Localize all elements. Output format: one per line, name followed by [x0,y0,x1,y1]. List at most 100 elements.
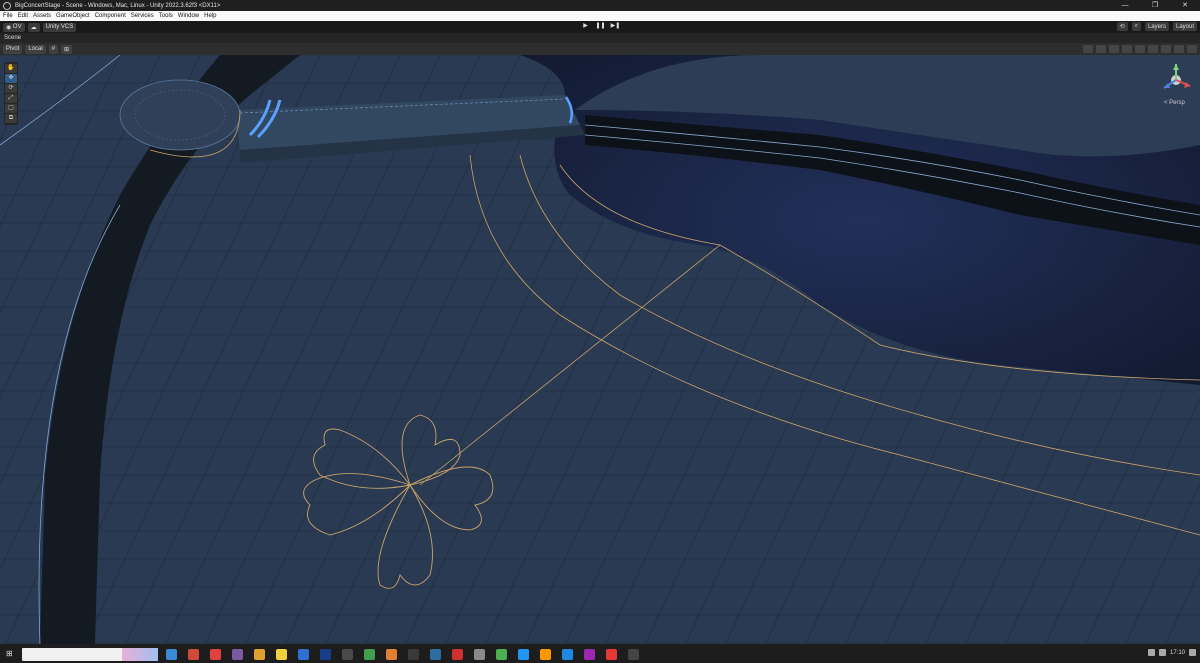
search-highlight-image [122,648,158,661]
tab-bar: Scene [0,33,1200,43]
account-label: OV [12,24,22,30]
maximize-button[interactable]: ❐ [1140,0,1170,11]
history-icon: ⟲ [1119,24,1125,30]
menu-component[interactable]: Component [95,13,126,19]
gizmos-dropdown[interactable] [1174,45,1184,53]
taskbar-app-icon[interactable] [386,649,397,660]
increment-snap-button[interactable]: ⊞ [61,44,73,54]
settings-icon[interactable] [1187,45,1197,53]
taskbar-app-icon[interactable] [232,649,243,660]
unity-logo-icon [3,1,11,10]
menu-window[interactable]: Window [178,13,199,19]
toolbar-right: ⟲ ⌕ Layers Layout [1113,22,1197,31]
notification-icon[interactable] [1189,649,1196,656]
search-button[interactable]: ⌕ [1131,22,1141,31]
taskbar-app-icon[interactable] [254,649,265,660]
scene-viewport[interactable] [0,55,1200,644]
effects-dropdown[interactable] [1135,45,1145,53]
play-controls: ▶ ❚❚ ▶❚ [578,22,623,31]
grid-snap-button[interactable]: # [48,44,59,54]
main-toolbar: ◉ OV ☁ Unity VCS ▶ ❚❚ ▶❚ ⟲ ⌕ Layers Layo… [0,21,1200,33]
window-controls: — ❐ ✕ [1110,0,1200,11]
taskbar-app-icon[interactable] [430,649,441,660]
system-tray: 17:10 [1144,649,1196,656]
taskbar-app-icon[interactable] [518,649,529,660]
camera-settings-button[interactable] [1161,45,1171,53]
taskbar-app-icon[interactable] [276,649,287,660]
taskbar-app-icon[interactable] [298,649,309,660]
pivot-dropdown[interactable]: Pivot [3,44,23,54]
menu-assets[interactable]: Assets [33,13,51,19]
rotate-tool-button[interactable]: ⟳ [5,84,17,93]
taskbar-app-icon[interactable] [474,649,485,660]
taskbar-app-icon[interactable] [408,649,419,660]
menu-file[interactable]: File [3,13,13,19]
hidden-objects-button[interactable] [1148,45,1158,53]
layout-dropdown[interactable]: Layout [1172,22,1197,31]
search-icon: ⌕ [1134,23,1138,29]
taskbar-app-icon[interactable] [584,649,595,660]
step-button[interactable]: ▶❚ [608,22,623,31]
menu-tools[interactable]: Tools [159,13,173,19]
title-bar: BigConcertStage - Scene - Windows, Mac, … [0,0,1200,11]
scale-tool-button[interactable]: ⤢ [5,94,17,103]
transform-tool-button[interactable]: ⧉ [5,114,17,123]
taskbar-app-icon[interactable] [496,649,507,660]
move-tool-button[interactable]: ✥ [5,74,17,83]
taskbar-app-icon[interactable] [188,649,199,660]
window-title: BigConcertStage - Scene - Windows, Mac, … [15,2,221,9]
menu-bar: File Edit Assets GameObject Component Se… [0,11,1200,21]
scene-toolbar: Pivot Local # ⊞ [0,43,1200,55]
draw-mode-button[interactable] [1083,45,1093,53]
taskbar-apps [166,649,650,660]
play-button[interactable]: ▶ [578,22,593,31]
taskbar-app-icon[interactable] [364,649,375,660]
taskbar-app-icon[interactable] [342,649,353,660]
clock[interactable]: 17:10 [1170,650,1185,656]
taskbar-app-icon[interactable] [628,649,639,660]
vcs-label: Unity VCS [45,24,74,30]
cloud-button[interactable]: ☁ [27,22,40,32]
minimize-button[interactable]: — [1110,0,1140,11]
pivot-label: Pivot [6,46,20,52]
taskbar-app-icon[interactable] [606,649,617,660]
lighting-toggle-button[interactable] [1109,45,1119,53]
tab-scene[interactable]: Scene [4,35,21,41]
grid-icon: # [51,46,56,52]
taskbar-app-icon[interactable] [540,649,551,660]
rect-tool-button[interactable]: ▢ [5,104,17,113]
start-menu-icon[interactable]: ⊞ [6,649,13,658]
snap-icon: ⊞ [64,46,70,53]
taskbar-app-icon[interactable] [452,649,463,660]
taskbar-app-icon[interactable] [562,649,573,660]
scene-render [0,55,1200,644]
taskbar-search-box[interactable] [22,648,158,661]
scene-view-options [1080,45,1197,53]
history-button[interactable]: ⟲ [1116,22,1128,31]
projection-label[interactable]: < Persp [1164,100,1185,106]
menu-services[interactable]: Services [131,13,154,19]
taskbar-app-icon[interactable] [320,649,331,660]
hand-tool-button[interactable]: ✋ [5,64,17,73]
audio-toggle-button[interactable] [1122,45,1132,53]
network-icon[interactable] [1147,649,1155,656]
local-label: Local [28,46,43,52]
cloud-icon: ☁ [30,24,37,31]
volume-icon[interactable] [1158,649,1166,656]
layout-label: Layout [1175,23,1194,30]
menu-gameobject[interactable]: GameObject [56,13,90,19]
menu-edit[interactable]: Edit [18,13,28,19]
layers-dropdown[interactable]: Layers [1144,22,1169,31]
taskbar-app-icon[interactable] [210,649,221,660]
local-dropdown[interactable]: Local [25,44,46,54]
account-button[interactable]: ◉ OV [3,22,25,32]
menu-help[interactable]: Help [204,13,216,19]
pause-button[interactable]: ❚❚ [593,22,608,31]
tool-palette: ✋ ✥ ⟳ ⤢ ▢ ⧉ [4,62,18,125]
close-button[interactable]: ✕ [1170,0,1200,11]
2d-toggle-button[interactable] [1096,45,1106,53]
layers-label: Layers [1147,23,1166,30]
vcs-button[interactable]: Unity VCS [42,22,77,32]
account-icon: ◉ [6,24,13,31]
taskbar-app-icon[interactable] [166,649,177,660]
